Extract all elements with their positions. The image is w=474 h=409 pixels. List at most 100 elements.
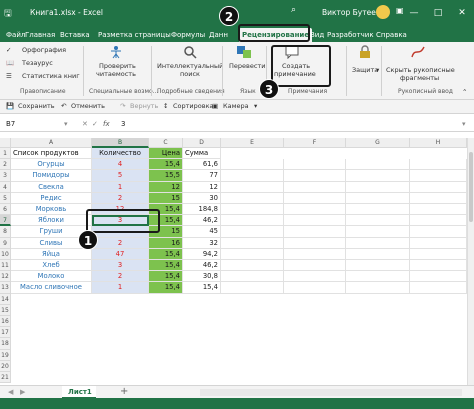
table-cell[interactable]: 2 <box>92 237 149 249</box>
row-header[interactable]: 15 <box>0 304 11 316</box>
table-cell[interactable]: 45 <box>183 226 221 238</box>
user-name[interactable]: Виктор Бутеев <box>322 8 380 17</box>
empty-cell[interactable] <box>284 226 346 238</box>
table-cell[interactable]: 1 <box>92 181 149 193</box>
name-box[interactable]: B7 <box>6 120 15 128</box>
empty-cell[interactable] <box>410 282 467 294</box>
empty-cell[interactable] <box>410 248 467 260</box>
empty-cell[interactable] <box>346 282 410 294</box>
table-cell[interactable]: 30 <box>183 192 221 204</box>
table-cell[interactable]: 15,4 <box>149 159 183 171</box>
table-cell[interactable]: 3 <box>92 260 149 272</box>
empty-cell[interactable] <box>221 181 284 193</box>
empty-cell[interactable] <box>221 170 284 182</box>
row-header[interactable]: 16 <box>0 316 11 328</box>
translate-button[interactable]: Перевести <box>229 62 265 70</box>
empty-cell[interactable] <box>284 159 346 171</box>
empty-cell[interactable] <box>221 271 284 283</box>
tab-home[interactable]: Главная <box>25 28 55 42</box>
empty-cell[interactable] <box>284 271 346 283</box>
table-cell[interactable]: Морковь <box>11 204 92 216</box>
table-cell[interactable]: Редис <box>11 192 92 204</box>
table-cell[interactable]: 15 <box>149 192 183 204</box>
table-cell[interactable]: 15,4 <box>149 260 183 272</box>
table-cell[interactable]: 184,8 <box>183 204 221 216</box>
hide-ink-button-line2[interactable]: фрагменты <box>400 74 439 82</box>
empty-cell[interactable] <box>346 226 410 238</box>
row-header[interactable]: 11 <box>0 260 11 272</box>
column-header[interactable]: F <box>284 138 346 148</box>
header-cell[interactable]: Сумма <box>183 148 221 160</box>
empty-cell[interactable] <box>221 237 284 249</box>
empty-cell[interactable] <box>221 192 284 204</box>
empty-cell[interactable] <box>410 181 467 193</box>
table-cell[interactable]: Хлеб <box>11 260 92 272</box>
table-cell[interactable]: Яйца <box>11 248 92 260</box>
chevron-down-icon[interactable]: ▾ <box>376 66 379 74</box>
empty-cell[interactable] <box>284 260 346 272</box>
column-header[interactable]: A <box>11 138 92 148</box>
spreadsheet-grid[interactable]: A B C D E F G H 1 2 3 4 5 6 7 8 9 10 11 12 13 14 15 16 17 18 19 20 2… <box>0 138 467 385</box>
table-cell[interactable]: 15,4 <box>149 271 183 283</box>
formula-input[interactable]: 3 <box>121 120 125 128</box>
empty-cell[interactable] <box>410 192 467 204</box>
table-cell[interactable]: 4 <box>92 159 149 171</box>
tab-formulas[interactable]: Формулы <box>171 28 205 42</box>
table-cell[interactable]: Помидоры <box>11 170 92 182</box>
row-header[interactable]: 12 <box>0 271 11 283</box>
empty-cell[interactable] <box>346 204 410 216</box>
prev-sheet-icon[interactable]: ◀ <box>8 388 13 396</box>
table-cell[interactable]: 94,2 <box>183 248 221 260</box>
collapse-ribbon-icon[interactable]: ⌃ <box>462 88 467 96</box>
row-header[interactable]: 20 <box>0 360 11 372</box>
empty-cell[interactable] <box>346 237 410 249</box>
camera-button[interactable]: Камера <box>223 102 249 110</box>
empty-cell[interactable] <box>410 170 467 182</box>
empty-cell[interactable] <box>221 215 284 227</box>
avatar[interactable] <box>376 5 390 19</box>
tab-developer[interactable]: Разработчик <box>327 28 374 42</box>
next-sheet-icon[interactable]: ▶ <box>20 388 25 396</box>
table-cell[interactable]: Масло сливочное <box>11 282 92 294</box>
empty-cell[interactable] <box>221 282 284 294</box>
empty-cell[interactable] <box>346 170 410 182</box>
check-accessibility-button-line1[interactable]: Проверить <box>99 62 136 70</box>
empty-cell[interactable] <box>284 170 346 182</box>
table-cell[interactable]: 16 <box>149 237 183 249</box>
empty-cell[interactable] <box>410 226 467 238</box>
empty-cell[interactable] <box>346 271 410 283</box>
tab-insert[interactable]: Вставка <box>60 28 90 42</box>
autosave-icon[interactable]: 🖫 <box>4 6 12 22</box>
empty-cell[interactable] <box>284 248 346 260</box>
table-cell[interactable]: Огурцы <box>11 159 92 171</box>
minimize-button[interactable]: — <box>402 0 426 26</box>
tab-layout[interactable]: Разметка страницы <box>98 28 171 42</box>
row-header[interactable]: 18 <box>0 338 11 350</box>
undo-button[interactable]: Отменить <box>71 102 105 110</box>
scroll-thumb[interactable] <box>469 152 473 222</box>
header-cell[interactable]: Количество <box>92 148 149 160</box>
column-header[interactable]: E <box>221 138 284 148</box>
row-header[interactable]: 3 <box>0 170 11 182</box>
empty-cell[interactable] <box>284 204 346 216</box>
row-header[interactable]: 21 <box>0 372 11 384</box>
empty-cell[interactable] <box>410 237 467 249</box>
smart-lookup-button-line1[interactable]: Интеллектуальный <box>157 62 223 70</box>
empty-cell[interactable] <box>410 215 467 227</box>
column-header[interactable]: C <box>149 138 183 148</box>
table-cell[interactable]: 61,6 <box>183 159 221 171</box>
empty-cell[interactable] <box>284 181 346 193</box>
table-cell[interactable]: 46,2 <box>183 215 221 227</box>
table-cell[interactable]: 15,4 <box>183 282 221 294</box>
select-all-corner[interactable] <box>0 138 11 148</box>
maximize-button[interactable]: □ <box>426 0 450 26</box>
empty-cell[interactable] <box>284 192 346 204</box>
search-icon[interactable]: ⌕ <box>291 5 296 15</box>
empty-cell[interactable] <box>221 204 284 216</box>
empty-cell[interactable] <box>410 260 467 272</box>
horizontal-scrollbar[interactable] <box>200 389 462 396</box>
table-cell[interactable]: 2 <box>92 271 149 283</box>
sort-button[interactable]: Сортировка <box>173 102 214 110</box>
column-header[interactable]: B <box>92 138 149 148</box>
tab-data[interactable]: Данн <box>209 28 228 42</box>
